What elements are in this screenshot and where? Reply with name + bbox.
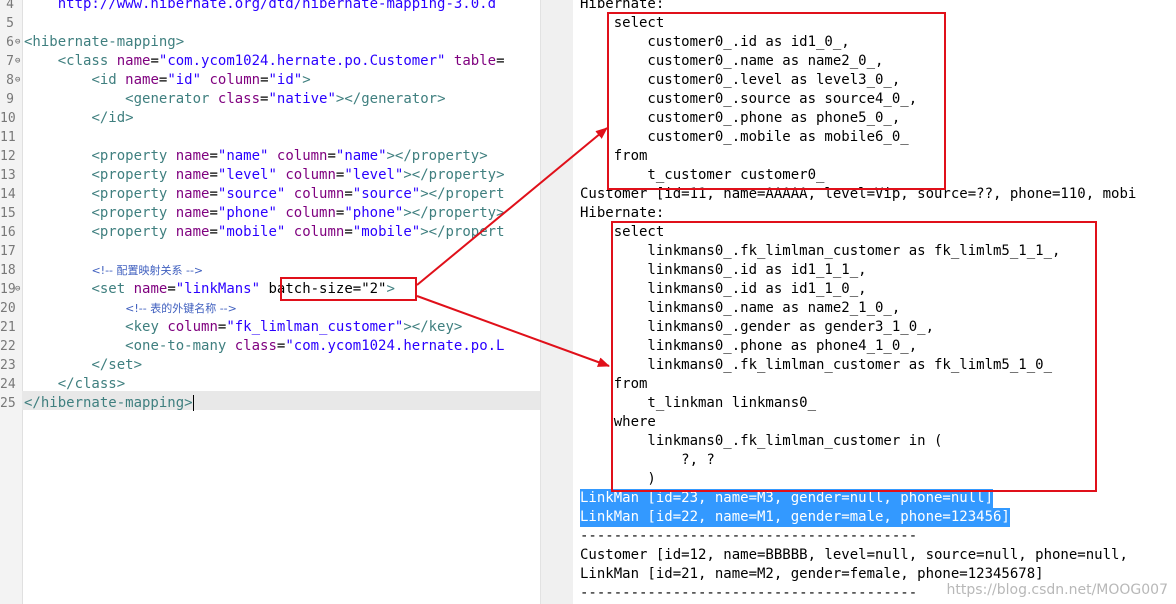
line-number: 4 <box>6 0 14 12</box>
console-line-selected: LinkMan [id=22, name=M1, gender=male, ph… <box>580 508 1010 527</box>
doctype-url: http://www.hibernate.org/dtd/hibernate-m… <box>57 0 497 12</box>
code-line: </hibernate-mapping> <box>24 395 194 411</box>
watermark: https://blog.csdn.net/MOOG007 <box>946 582 1168 598</box>
console-line: ---------------------------------------- <box>580 585 918 601</box>
line-number: 20 <box>0 301 16 316</box>
xml-editor-pane[interactable]: 4 5 6 7 8 9 10 11 12 13 14 15 16 17 18 1… <box>0 0 540 604</box>
line-number: 18 <box>0 263 16 278</box>
console-output-pane[interactable]: Hibernate: select customer0_.id as id1_0… <box>573 0 1176 604</box>
line-number: 19 <box>0 282 16 297</box>
code-line: </id> <box>91 110 134 126</box>
code-line: </class> <box>57 376 126 392</box>
line-number: 17 <box>0 244 16 259</box>
comment-fk-name: <!-- 表的外键名称 --> <box>125 302 237 315</box>
line-number: 16 <box>0 225 16 240</box>
line-number: 25 <box>0 396 16 411</box>
code-line: <generator class="native"></generator> <box>125 91 446 107</box>
line-number: 8 <box>6 73 14 88</box>
console-line: ---------------------------------------- <box>580 528 918 544</box>
code-line: <key column="fk_limlman_customer"></key> <box>125 319 463 335</box>
code-line: <property name="phone" column="phone"></… <box>91 205 505 221</box>
line-number: 24 <box>0 377 16 392</box>
comment-mapping-relation: <!-- 配置映射关系 --> <box>91 264 204 277</box>
line-number: 13 <box>0 168 16 183</box>
line-number: 6 <box>6 35 14 50</box>
fold-marker-icon[interactable]: ⊖ <box>15 280 22 299</box>
code-line: <property name="name" column="name"></pr… <box>91 148 488 164</box>
customer-query-highlight-box <box>607 12 946 190</box>
line-number: 22 <box>0 339 16 354</box>
line-number: 14 <box>0 187 16 202</box>
line-number: 9 <box>6 92 14 107</box>
line-number: 11 <box>0 130 16 145</box>
code-line: </set> <box>91 357 143 373</box>
line-number: 23 <box>0 358 16 373</box>
fold-marker-icon[interactable]: ⊖ <box>15 33 22 52</box>
code-line: <one-to-many class="com.ycom1024.hernate… <box>125 338 505 354</box>
line-number: 7 <box>6 54 14 69</box>
line-number: 21 <box>0 320 16 335</box>
code-line: <property name="mobile" column="mobile">… <box>91 224 505 240</box>
text-cursor <box>192 395 194 411</box>
fold-marker-icon[interactable]: ⊖ <box>15 52 22 71</box>
line-number: 10 <box>0 111 16 126</box>
code-line: <!-- 表的外键名称 --> <box>24 299 237 318</box>
editor-scrollbar[interactable] <box>540 0 574 604</box>
code-line: <property name="level" column="level"></… <box>91 167 505 183</box>
linkman-batch-query-highlight-box <box>611 221 1097 492</box>
code-line: <!-- 配置映射关系 --> <box>24 261 203 280</box>
code-line: <id name="id" column="id"> <box>91 72 311 88</box>
code-line: <property name="source" column="source">… <box>91 186 505 202</box>
line-number: 15 <box>0 206 16 221</box>
fold-marker-icon[interactable]: ⊖ <box>15 71 22 90</box>
code-line: <hibernate-mapping> <box>24 34 185 50</box>
console-line: Customer [id=12, name=BBBBB, level=null,… <box>580 547 1128 563</box>
batch-size-highlight-box <box>280 277 417 301</box>
code-line: <class name="com.ycom1024.hernate.po.Cus… <box>57 53 505 69</box>
line-number: 5 <box>6 16 14 31</box>
code-line: http://www.hibernate.org/dtd/hibernate-m… <box>24 0 496 14</box>
line-number: 12 <box>0 149 16 164</box>
